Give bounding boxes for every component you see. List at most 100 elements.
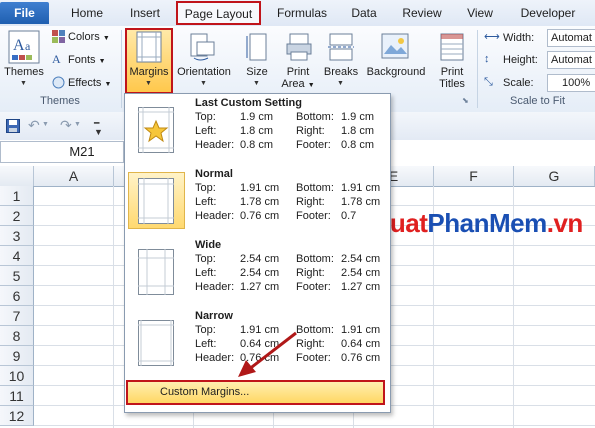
- margin-value: 1.78 cm: [341, 196, 381, 208]
- tab-review[interactable]: Review: [394, 0, 450, 26]
- tab-formulas[interactable]: Formulas: [268, 0, 336, 26]
- dialog-launcher-icon[interactable]: ⬊: [462, 96, 469, 105]
- margin-label: Header:: [195, 352, 235, 364]
- row-header-6[interactable]: 6: [0, 286, 34, 306]
- margin-label: Bottom:: [296, 182, 334, 194]
- themes-icon: A a: [8, 30, 40, 64]
- margin-value: 1.91 cm: [341, 324, 381, 336]
- group-divider: [477, 30, 478, 108]
- breaks-button[interactable]: Breaks: [320, 66, 362, 78]
- margin-label: Bottom:: [296, 253, 334, 265]
- margin-label: Bottom:: [296, 111, 334, 123]
- svg-text:a: a: [25, 39, 31, 53]
- row-header-4[interactable]: 4: [0, 246, 34, 266]
- orientation-icon: [188, 32, 216, 62]
- margin-value: 1.91 cm: [341, 182, 381, 194]
- undo-icon[interactable]: ↶: [28, 117, 40, 134]
- margin-label: Left:: [195, 267, 217, 279]
- margin-label: Header:: [195, 139, 235, 151]
- row-header-5[interactable]: 5: [0, 266, 34, 286]
- row-header-11[interactable]: 11: [0, 386, 34, 406]
- tab-insert[interactable]: Insert: [121, 0, 169, 26]
- themes-button[interactable]: Themes: [3, 66, 45, 78]
- print-area-label-2: Area ▼: [281, 78, 315, 90]
- background-button[interactable]: Background: [363, 66, 429, 78]
- effects-label: Effects: [68, 77, 102, 89]
- row-header-10[interactable]: 10: [0, 366, 34, 386]
- margin-value: 0.7: [341, 210, 357, 222]
- chevron-down-icon: ▼: [145, 80, 152, 87]
- print-area-icon: [286, 32, 312, 62]
- group-divider: [121, 30, 122, 108]
- save-icon[interactable]: [6, 119, 20, 133]
- row-header-12[interactable]: 12: [0, 406, 34, 426]
- colors-label: Colors: [68, 31, 100, 43]
- tab-developer[interactable]: Developer: [512, 0, 584, 26]
- effects-button[interactable]: Effects ▼: [68, 74, 111, 92]
- row-gridline: [34, 425, 595, 426]
- width-label: Width:: [503, 32, 535, 44]
- size-button[interactable]: Size: [240, 66, 274, 78]
- undo-dropdown-icon[interactable]: ▼: [42, 121, 49, 128]
- margin-value: 0.76 cm: [240, 210, 280, 222]
- margin-label: Footer:: [296, 352, 331, 364]
- name-box[interactable]: M21: [0, 141, 124, 163]
- tab-page-layout[interactable]: Page Layout: [176, 1, 261, 25]
- print-titles-label-1: Print: [440, 66, 464, 78]
- height-select[interactable]: Automat: [547, 51, 595, 69]
- margin-label: Right:: [296, 338, 325, 350]
- width-select[interactable]: Automat: [547, 29, 595, 47]
- tab-view[interactable]: View: [460, 0, 500, 26]
- height-icon: ↕: [484, 53, 490, 65]
- column-header-g[interactable]: G: [514, 166, 595, 186]
- chevron-down-icon: ▼: [98, 58, 106, 65]
- chevron-down-icon: ▼: [307, 82, 315, 89]
- margin-label: Footer:: [296, 139, 331, 151]
- themes-group-label: Themes: [40, 95, 80, 107]
- colors-button[interactable]: Colors ▼: [68, 28, 110, 46]
- tab-home[interactable]: Home: [62, 0, 112, 26]
- chevron-down-icon: ▼: [200, 80, 207, 87]
- margin-value: 1.27 cm: [240, 281, 280, 293]
- margin-label: Right:: [296, 196, 325, 208]
- margin-label: Top:: [195, 253, 216, 265]
- row-header-8[interactable]: 8: [0, 326, 34, 346]
- print-titles-button[interactable]: Print Titles: [432, 66, 472, 90]
- scale-input[interactable]: 100%: [547, 74, 595, 92]
- row-header-9[interactable]: 9: [0, 346, 34, 366]
- orientation-button[interactable]: Orientation: [174, 66, 234, 78]
- print-titles-label-2: Titles: [439, 78, 465, 90]
- margins-option-title: Last Custom Setting: [195, 97, 302, 109]
- fonts-button[interactable]: Fonts ▼: [68, 51, 106, 69]
- row-header-7[interactable]: 7: [0, 306, 34, 326]
- tab-data[interactable]: Data: [344, 0, 384, 26]
- margin-value: 2.54 cm: [341, 267, 381, 279]
- themes-dropdown-arrow-icon: ▼: [20, 80, 27, 87]
- redo-dropdown-icon[interactable]: ▼: [74, 121, 81, 128]
- scale-group-label: Scale to Fit: [509, 95, 566, 107]
- margins-icon: [136, 31, 162, 63]
- margins-narrow-icon: [138, 320, 174, 366]
- row-header-2[interactable]: 2: [0, 206, 34, 226]
- margin-value: 2.54 cm: [240, 267, 280, 279]
- scale-label: Scale:: [503, 77, 534, 89]
- height-label: Height:: [503, 54, 538, 66]
- custom-margins-button[interactable]: Custom Margins...: [126, 380, 385, 405]
- margins-wide-icon: [138, 249, 174, 295]
- column-header-f[interactable]: F: [434, 166, 514, 186]
- row-header-3[interactable]: 3: [0, 226, 34, 246]
- margins-option-title: Narrow: [195, 310, 233, 322]
- customize-toolbar-icon[interactable]: ━ ▼: [94, 119, 103, 137]
- select-all-corner[interactable]: [0, 166, 34, 186]
- tab-file[interactable]: File: [0, 2, 49, 24]
- margin-value: 1.91 cm: [240, 182, 280, 194]
- redo-icon[interactable]: ↷: [60, 117, 72, 134]
- svg-text:A: A: [13, 37, 25, 54]
- margin-value: 2.54 cm: [240, 253, 280, 265]
- colors-icon: [52, 30, 65, 43]
- effects-icon: [52, 76, 65, 89]
- print-area-button[interactable]: Print Area ▼: [281, 66, 315, 90]
- row-header-1[interactable]: 1: [0, 186, 34, 206]
- column-header-a[interactable]: A: [34, 166, 114, 186]
- margins-last-custom-icon: [138, 107, 174, 153]
